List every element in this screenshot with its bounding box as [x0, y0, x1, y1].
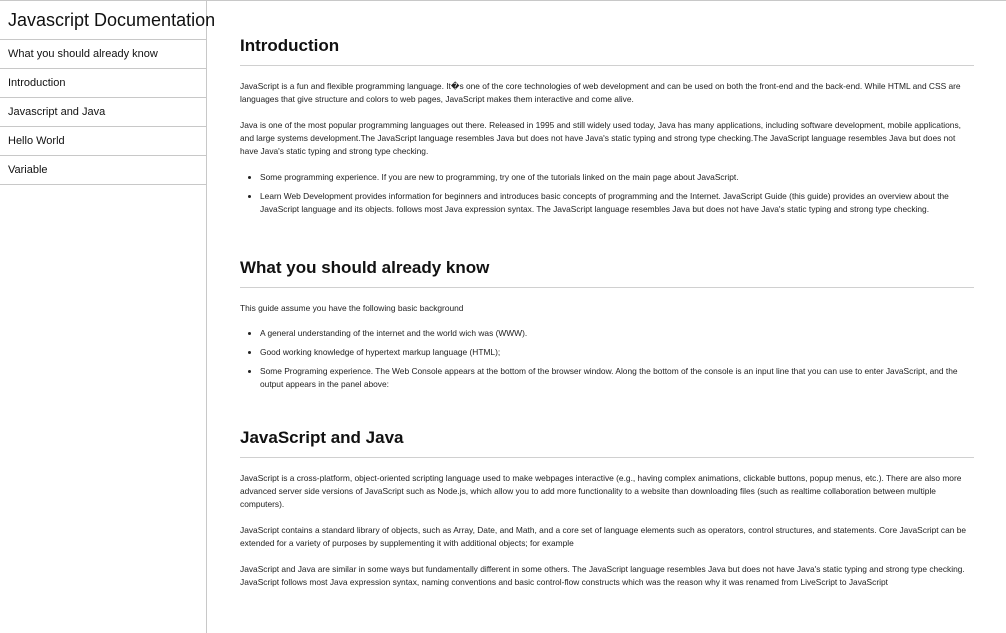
sidebar-nav: Javascript Documentation What you should… — [0, 1, 215, 633]
paragraph: JavaScript is a cross-platform, object-o… — [240, 473, 962, 509]
list-item: A general understanding of the internet … — [248, 327, 974, 340]
sidebar-item-javascript-and-java[interactable]: Javascript and Java — [0, 98, 206, 127]
list-item: Good working knowledge of hypertext mark… — [248, 346, 974, 359]
sidebar-item-variable[interactable]: Variable — [0, 156, 206, 185]
list-item: Learn Web Development provides informati… — [248, 190, 974, 216]
main-content: Introduction JavaScript is a fun and fle… — [240, 1, 974, 602]
section-introduction: Introduction JavaScript is a fun and fle… — [240, 1, 974, 216]
list-item: Some programming experience. If you are … — [248, 171, 974, 184]
section-title: JavaScript and Java — [240, 428, 974, 458]
section-title: What you should already know — [240, 258, 974, 288]
page: Javascript Documentation What you should… — [0, 0, 1006, 633]
section-title: Introduction — [240, 36, 974, 66]
bullet-list: A general understanding of the internet … — [248, 327, 974, 391]
paragraph: This guide assume you have the following… — [240, 303, 464, 313]
sidebar-item-hello-world[interactable]: Hello World — [0, 127, 206, 156]
paragraph: JavaScript is a fun and flexible program… — [240, 81, 961, 104]
paragraph: JavaScript contains a standard library o… — [240, 525, 967, 548]
paragraph: JavaScript and Java are similar in some … — [240, 564, 965, 587]
section-what-you-should-already-know: What you should already know This guide … — [240, 222, 974, 391]
paragraph: Java is one of the most popular programm… — [240, 120, 961, 156]
bullet-list: Some programming experience. If you are … — [248, 171, 974, 216]
section-javascript-and-java: JavaScript and Java JavaScript is a cros… — [240, 397, 974, 589]
sidebar-header: Javascript Documentation — [0, 1, 215, 40]
list-item: Some Programing experience. The Web Cons… — [248, 365, 974, 391]
sidebar-item-introduction[interactable]: Introduction — [0, 69, 206, 98]
sidebar-item-what-you-should-already-know[interactable]: What you should already know — [0, 40, 206, 69]
